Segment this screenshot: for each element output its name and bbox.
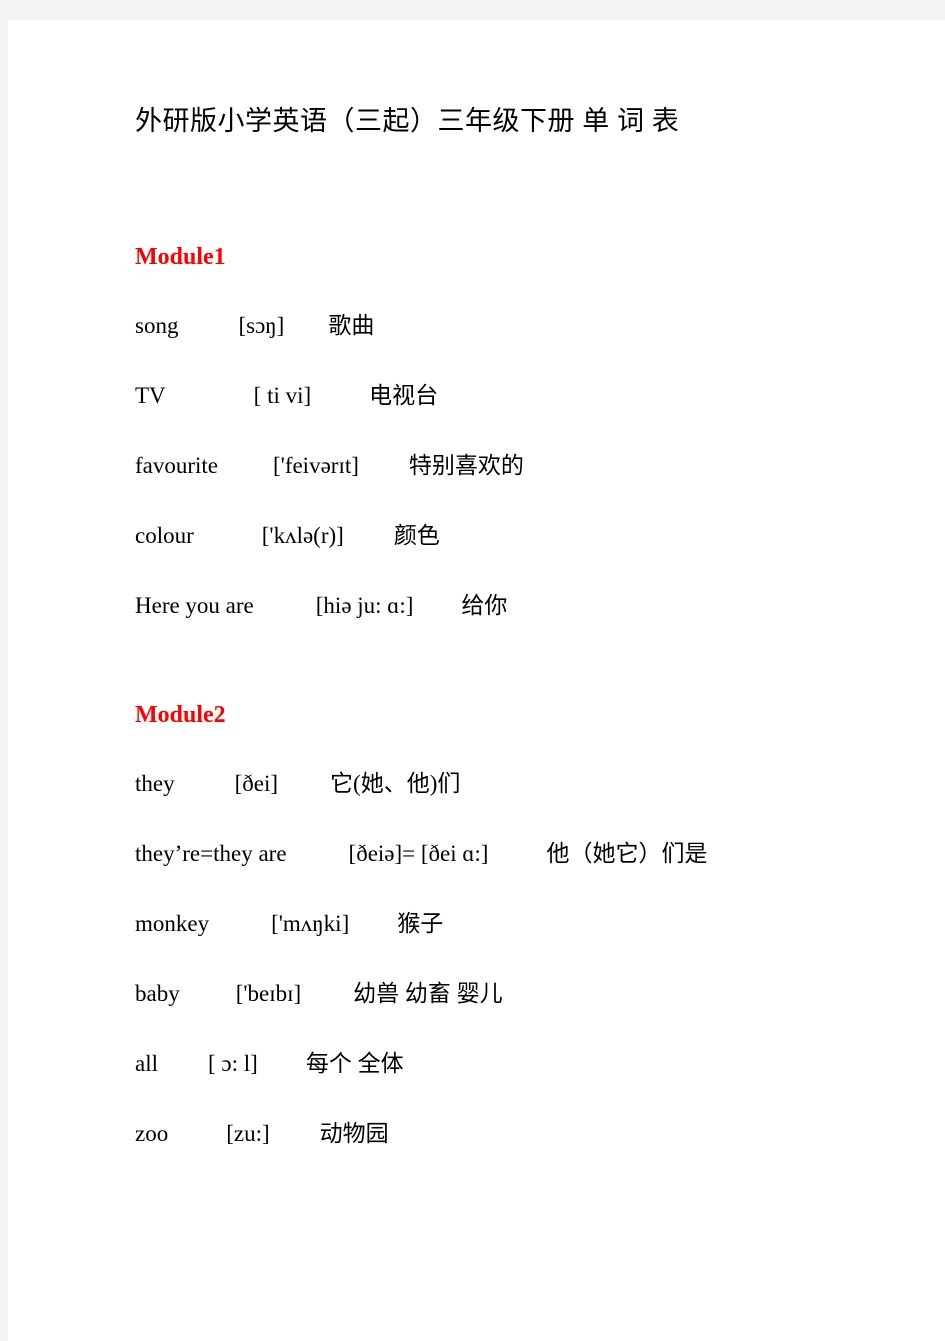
vocabulary-row: Here you are [hiə ju: ɑ:] 给你 xyxy=(135,571,925,641)
vocabulary-phonetic: ['mʌŋki] xyxy=(271,910,350,936)
vocabulary-phonetic: ['feivərɪt] xyxy=(273,452,359,478)
vocabulary-phonetic: [zu:] xyxy=(226,1120,270,1146)
vocabulary-meaning: 歌曲 xyxy=(328,312,375,338)
page-title: 外研版小学英语（三起）三年级下册 单 词 表 xyxy=(135,106,680,136)
vocabulary-phonetic: [ ti vi] xyxy=(253,382,312,408)
vocabulary-phonetic: [hiə ju: ɑ:] xyxy=(315,592,414,618)
module-section-2: Module2 they [ðei] 它(她、他)们 they’re=they are… xyxy=(135,703,925,1169)
document-page: 外研版小学英语（三起）三年级下册 单 词 表 Module1 song [sɔŋ]… xyxy=(8,20,945,1341)
vocabulary-term: baby xyxy=(135,980,180,1006)
vocabulary-row: all [ ɔ: l] 每个 全体 xyxy=(135,1029,925,1099)
vocabulary-phonetic: [sɔŋ] xyxy=(238,312,285,338)
vocabulary-phonetic: ['kʌlə(r)] xyxy=(261,522,344,548)
vocabulary-term: song xyxy=(135,312,179,338)
vocabulary-phonetic: ['beɪbɪ] xyxy=(235,980,302,1006)
vocabulary-phonetic: [ðeiə]= [ðei ɑ:] xyxy=(348,840,489,866)
vocabulary-meaning: 电视台 xyxy=(369,382,439,408)
vocabulary-meaning: 特别喜欢的 xyxy=(408,452,524,478)
vocabulary-row: colour ['kʌlə(r)] 颜色 xyxy=(135,501,925,571)
page-edge-top xyxy=(0,0,945,20)
vocabulary-row: baby ['beɪbɪ] 幼兽 幼畜 婴儿 xyxy=(135,959,925,1029)
vocabulary-term: all xyxy=(135,1050,158,1076)
vocabulary-phonetic: [ ɔ: l] xyxy=(208,1050,258,1076)
vocabulary-term: they xyxy=(135,770,175,796)
module-heading: Module2 xyxy=(135,701,226,728)
vocabulary-row: they [ðei] 它(她、他)们 xyxy=(135,749,925,819)
vocabulary-meaning: 每个 全体 xyxy=(305,1050,404,1076)
page-edge-left xyxy=(0,20,8,1341)
vocabulary-term: Here you are xyxy=(135,592,254,618)
vocabulary-meaning: 幼兽 幼畜 婴儿 xyxy=(353,980,503,1006)
vocabulary-phonetic: [ðei] xyxy=(234,770,279,796)
vocabulary-meaning: 给你 xyxy=(461,592,508,618)
word-list-module-2: they [ðei] 它(她、他)们 they’re=they are [ðeiə]= … xyxy=(135,749,925,1169)
vocabulary-term: favourite xyxy=(135,452,219,478)
vocabulary-term: colour xyxy=(135,522,194,548)
vocabulary-meaning: 猴子 xyxy=(397,910,444,936)
vocabulary-meaning: 动物园 xyxy=(319,1120,389,1146)
module-heading: Module1 xyxy=(135,243,226,270)
vocabulary-row: zoo [zu:] 动物园 xyxy=(135,1099,925,1169)
vocabulary-meaning: 颜色 xyxy=(393,522,440,548)
vocabulary-term: zoo xyxy=(135,1120,169,1146)
vocabulary-term: they’re=they are xyxy=(135,840,287,866)
vocabulary-row: favourite ['feivərɪt] 特别喜欢的 xyxy=(135,431,925,501)
vocabulary-term: TV xyxy=(135,382,166,408)
vocabulary-meaning: 它(她、他)们 xyxy=(330,770,461,796)
vocabulary-row: they’re=they are [ðeiə]= [ðei ɑ:] 他（她它）们是 xyxy=(135,819,925,889)
vocabulary-row: TV [ ti vi] 电视台 xyxy=(135,361,925,431)
vocabulary-row: monkey ['mʌŋki] 猴子 xyxy=(135,889,925,959)
vocabulary-meaning: 他（她它）们是 xyxy=(546,840,708,866)
word-list-module-1: song [sɔŋ] 歌曲 TV [ ti vi] 电视台 favourite ['feivə… xyxy=(135,291,925,641)
vocabulary-term: monkey xyxy=(135,910,210,936)
vocabulary-row: song [sɔŋ] 歌曲 xyxy=(135,291,925,361)
module-section-1: Module1 song [sɔŋ] 歌曲 TV [ ti vi] 电视台 favourit… xyxy=(135,245,925,641)
